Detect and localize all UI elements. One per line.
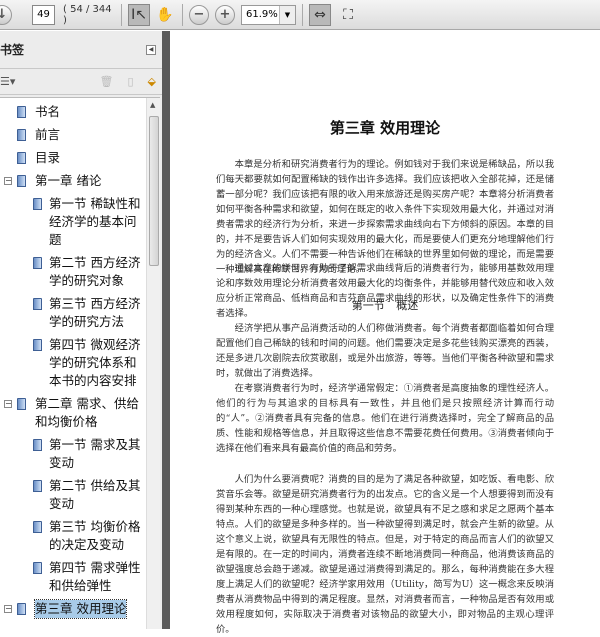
arrow-down-icon: ↓ — [0, 4, 12, 25]
separator — [182, 3, 183, 26]
bookmarks-toolbar: ☰▾ 🗑 ▯ ⬙ — [0, 69, 162, 95]
chevron-down-icon[interactable]: ▼ — [279, 5, 295, 24]
bookmark-label: 第四节 微观经济学的研究体系和本书的内容安排 — [49, 337, 141, 388]
fit-width-icon: ⇔ — [314, 6, 326, 23]
bookmark-icon — [33, 480, 42, 492]
zoom-select[interactable]: 61.9% ▼ — [241, 4, 296, 25]
minus-icon: − — [189, 4, 209, 25]
collapse-toggle-icon[interactable]: − — [4, 177, 12, 185]
bookmark-icon — [33, 439, 42, 451]
fit-page-icon: ⛶ — [343, 6, 353, 23]
bookmark-item[interactable]: 第一节 稀缺性和经济学的基本问题 — [0, 195, 146, 249]
bookmark-icon — [33, 521, 42, 533]
trash-icon[interactable]: 🗑 — [100, 75, 114, 88]
bookmark-label: 第二节 供给及其变动 — [49, 478, 141, 511]
bookmark-label: 前言 — [35, 127, 61, 142]
bookmark-label: 第三节 西方经济学的研究方法 — [49, 296, 141, 329]
bookmark-icon — [33, 198, 42, 210]
bookmark-item[interactable]: 第四节 需求弹性和供给弹性 — [0, 559, 146, 595]
scroll-up-icon[interactable]: ▲ — [150, 101, 155, 109]
collapse-toggle-icon[interactable]: − — [4, 605, 12, 613]
text-cursor-icon: I↖ — [131, 6, 147, 23]
fit-width-button[interactable]: ⇔ — [309, 3, 331, 26]
bookmark-icon — [33, 562, 42, 574]
bookmark-icon — [33, 298, 42, 310]
toolbar: ↓ 49 ( 54 / 344 ) I↖ ✋ − + 61.9% ▼ ⇔ ⛶ — [0, 0, 600, 30]
paragraph: 经济学把从事产品消费活动的人们称做消费者。每个消费者都面临着如何合理配置他们自己… — [216, 323, 554, 379]
collapse-panel-button[interactable]: ◀ — [146, 44, 156, 55]
bookmark-item[interactable]: − 第二章 需求、供给和均衡价格 — [0, 395, 146, 431]
bookmark-item[interactable]: 书名 — [0, 103, 160, 121]
select-tool-button[interactable]: I↖ — [128, 3, 150, 26]
bookmark-icon — [17, 129, 26, 141]
bookmarks-header: 书签 ◀ — [0, 31, 162, 69]
bookmarks-panel: 书签 ◀ ☰▾ 🗑 ▯ ⬙ 书名 前言 目录 − 第一章 绪论 第一节 稀缺性和经… — [0, 31, 162, 629]
zoom-in-button[interactable]: + — [215, 3, 235, 27]
bookmark-label: 第二节 西方经济学的研究对象 — [49, 255, 141, 288]
bookmark-item[interactable]: 第二节 西方经济学的研究对象 — [0, 254, 146, 290]
bookmark-icon — [33, 339, 42, 351]
bookmark-icon — [17, 152, 26, 164]
section-title: 第一节 概述 — [351, 299, 419, 312]
collapse-toggle-icon[interactable]: − — [4, 400, 12, 408]
paragraph: 本章是分析和研究消费者行为的理论。例如钱对于我们来说是稀缺品，所以我们每天都要就… — [216, 159, 554, 275]
bookmark-item-selected[interactable]: − 第三章 效用理论 — [0, 599, 160, 619]
tree-scrollbar[interactable]: ▲ — [146, 98, 160, 629]
hand-tool-button[interactable]: ✋ — [154, 4, 176, 26]
bookmark-item[interactable]: 目录 — [0, 149, 160, 167]
options-menu-icon[interactable]: ☰▾ — [0, 75, 15, 88]
bookmarks-title: 书签 — [0, 43, 25, 57]
separator — [302, 3, 303, 26]
plus-icon: + — [215, 4, 235, 25]
bookmark-label: 第一节 稀缺性和经济学的基本问题 — [49, 196, 141, 247]
next-page-button[interactable]: ↓ — [0, 3, 12, 27]
bookmark-label: 第一章 绪论 — [35, 173, 102, 188]
chapter-title: 第三章 效用理论 — [329, 119, 441, 137]
bookmark-label: 书名 — [35, 104, 61, 119]
bookmark-label: 第三章 效用理论 — [33, 599, 128, 619]
scrollbar-thumb[interactable] — [149, 116, 159, 266]
bookmark-item[interactable]: 第一节 需求及其变动 — [0, 436, 146, 472]
new-bookmark-icon[interactable]: ▯ — [127, 75, 133, 88]
separator — [121, 3, 122, 26]
bookmark-icon — [33, 257, 42, 269]
page-number-input[interactable]: 49 — [32, 4, 55, 25]
bookmark-icon — [17, 603, 26, 615]
page-count: ( 54 / 344 ) — [63, 3, 112, 26]
bookmark-item[interactable]: 前言 — [0, 126, 160, 144]
bookmark-icon — [17, 175, 26, 187]
bookmark-item[interactable]: 第三节 均衡价格的决定及变动 — [0, 518, 146, 554]
bookmark-label: 第四节 需求弹性和供给弹性 — [49, 560, 141, 593]
fit-page-button[interactable]: ⛶ — [337, 4, 359, 26]
bookmark-item[interactable]: − 第一章 绪论 — [0, 172, 160, 190]
bookmark-label: 第三节 均衡价格的决定及变动 — [49, 519, 141, 552]
bookmark-icon — [17, 106, 26, 118]
bookmark-item[interactable]: 第四节 微观经济学的研究体系和本书的内容安排 — [0, 336, 146, 390]
bookmark-icon — [17, 398, 26, 410]
bookmark-label: 第一节 需求及其变动 — [49, 437, 141, 470]
hand-icon: ✋ — [156, 6, 174, 23]
bookmark-item[interactable]: 第三节 西方经济学的研究方法 — [0, 295, 146, 331]
document-page: 第三章 效用理论 本章是分析和研究消费者行为的理论。例如钱对于我们来说是稀缺品，… — [170, 31, 600, 635]
paragraph: 人们为什么要消费呢？消费的目的是为了满足各种欲望，如吃饭、看电影、欣赏音乐会等。… — [216, 474, 554, 635]
bookmark-tree: 书名 前言 目录 − 第一章 绪论 第一节 稀缺性和经济学的基本问题 第二节 西方… — [0, 97, 160, 629]
bookmark-item[interactable]: 第二节 供给及其变动 — [0, 477, 146, 513]
bookmark-label: 第二章 需求、供给和均衡价格 — [35, 396, 139, 429]
expand-bookmark-icon[interactable]: ⬙ — [148, 75, 156, 88]
zoom-value[interactable]: 61.9% — [242, 6, 279, 24]
zoom-out-button[interactable]: − — [189, 3, 209, 27]
paragraph: 在考察消费者行为时，经济学通常假定：①消费者是高度抽象的理性经济人。他们的行为与… — [216, 383, 554, 454]
panel-splitter[interactable] — [162, 31, 170, 629]
bookmark-label: 目录 — [35, 150, 61, 165]
